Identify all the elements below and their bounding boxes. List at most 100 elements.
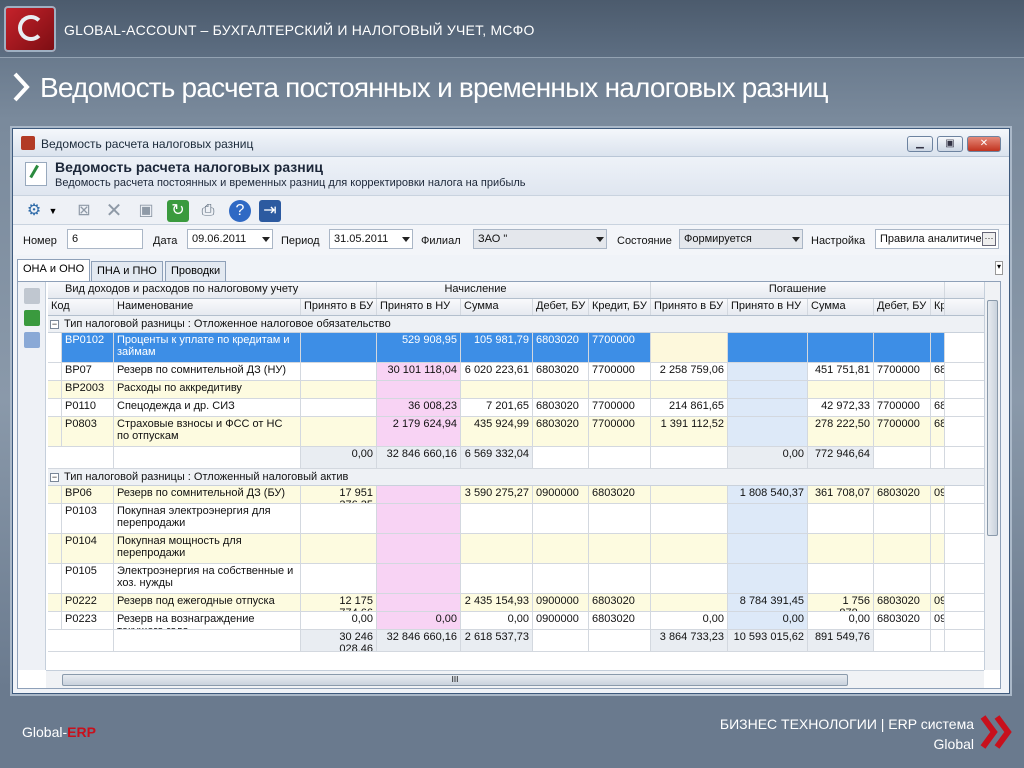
grid-cell[interactable] xyxy=(377,534,461,563)
grid-cell[interactable]: 32 846 660,16 xyxy=(377,630,461,651)
grid-cell[interactable] xyxy=(533,564,589,593)
horizontal-scroll-thumb[interactable]: III xyxy=(62,674,848,686)
grid-cell[interactable] xyxy=(301,534,377,563)
grid-cell[interactable]: Р0222 xyxy=(62,594,114,611)
grid-cell[interactable]: 1 391 112,52 xyxy=(651,417,728,446)
grid-cell[interactable] xyxy=(461,564,533,593)
grid-cell[interactable]: 0,00 xyxy=(728,447,808,468)
grid-cell[interactable]: 30 101 118,04 xyxy=(377,363,461,380)
grid-cell[interactable]: 0900000 xyxy=(931,594,945,611)
grid-cell[interactable] xyxy=(301,363,377,380)
cancel-icon[interactable]: ✕ xyxy=(103,200,125,222)
grid-cell[interactable]: 7700000 xyxy=(589,399,651,416)
save-icon[interactable]: ▣ xyxy=(135,200,157,222)
vertical-scroll-thumb[interactable] xyxy=(987,300,998,536)
close-button[interactable]: ✕ xyxy=(967,136,1001,152)
column-header[interactable]: Наименование xyxy=(114,299,301,315)
grid-cell[interactable]: 7700000 xyxy=(589,363,651,380)
grid-cell[interactable] xyxy=(48,381,62,398)
collapse-group-button[interactable]: − xyxy=(50,473,59,482)
column-header[interactable]: Принято в НУ xyxy=(377,299,461,315)
grid-cell[interactable] xyxy=(48,564,62,593)
grid-cell[interactable] xyxy=(728,534,808,563)
grid-cell[interactable] xyxy=(114,447,301,468)
grid-cell[interactable]: 6803020 xyxy=(874,612,931,629)
grid-cell[interactable]: 435 924,99 xyxy=(461,417,533,446)
grid-cell[interactable]: 42 972,33 xyxy=(808,399,874,416)
grid-cell[interactable]: 0,00 xyxy=(651,612,728,629)
column-header[interactable]: Принято в НУ xyxy=(728,299,808,315)
maximize-button[interactable]: ▣ xyxy=(937,136,963,152)
refresh-icon[interactable]: ↻ xyxy=(167,200,189,222)
grid-cell[interactable]: Р0803 xyxy=(62,417,114,446)
grid-cell[interactable]: 451 751,81 xyxy=(808,363,874,380)
grid-cell[interactable]: 30 246 028,46 xyxy=(301,630,377,651)
grid-cell[interactable]: 2 435 154,93 xyxy=(461,594,533,611)
grid-cell[interactable]: 7700000 xyxy=(874,417,931,446)
grid-cell[interactable] xyxy=(533,534,589,563)
grid-cell[interactable] xyxy=(874,504,931,533)
grid-cell[interactable] xyxy=(48,486,62,503)
grid-cell[interactable] xyxy=(377,381,461,398)
grid-cell[interactable] xyxy=(377,564,461,593)
grid-cell[interactable] xyxy=(874,381,931,398)
vertical-scrollbar[interactable] xyxy=(984,282,1000,670)
grid-cell[interactable]: 0,00 xyxy=(377,612,461,629)
grid-cell[interactable]: Проценты к уплате по кредитам и займам xyxy=(114,333,301,362)
grid-cell[interactable] xyxy=(874,564,931,593)
grid-cell[interactable]: 0900000 xyxy=(533,612,589,629)
grid-cell[interactable]: 6803020 xyxy=(533,399,589,416)
grid-cell[interactable]: Резерв на вознаграждение текущего года xyxy=(114,612,301,629)
grid-cell[interactable] xyxy=(931,333,945,362)
grid-cell[interactable] xyxy=(874,447,931,468)
branch-select[interactable]: ЗАО " xyxy=(473,229,607,249)
grid-cell[interactable]: 12 175 774,66 xyxy=(301,594,377,611)
grid-cell[interactable]: 7700000 xyxy=(874,363,931,380)
grid-cell[interactable]: Страховые взносы и ФСС от НС по отпускам xyxy=(114,417,301,446)
grid-cell[interactable]: Электроэнергия на собственные и хоз. нуж… xyxy=(114,564,301,593)
grid-cell[interactable]: 278 222,50 xyxy=(808,417,874,446)
grid-cell[interactable] xyxy=(651,504,728,533)
grid-cell[interactable] xyxy=(808,564,874,593)
grid-cell[interactable] xyxy=(48,612,62,629)
grid-cell[interactable] xyxy=(301,504,377,533)
grid-cell[interactable]: Покупная электроэнергия для перепродажи xyxy=(114,504,301,533)
grid-cell[interactable]: 6 569 332,04 xyxy=(461,447,533,468)
edit-list-icon[interactable] xyxy=(24,332,40,348)
print-icon[interactable]: ⎙ xyxy=(197,200,219,222)
grid-cell[interactable]: 0,00 xyxy=(808,612,874,629)
grid-cell[interactable]: 6803020 xyxy=(874,486,931,503)
grid-cell[interactable] xyxy=(533,504,589,533)
grid-cell[interactable] xyxy=(589,381,651,398)
grid-cell[interactable] xyxy=(301,564,377,593)
horizontal-scrollbar[interactable]: III xyxy=(46,670,984,688)
grid-cell[interactable] xyxy=(728,381,808,398)
settings-field[interactable]: Правила аналитичес ··· xyxy=(875,229,999,249)
grid-cell[interactable] xyxy=(808,534,874,563)
grid-cell[interactable]: 36 008,23 xyxy=(377,399,461,416)
grid-cell[interactable] xyxy=(48,417,62,446)
grid-cell[interactable]: 772 946,64 xyxy=(808,447,874,468)
help-icon[interactable]: ? xyxy=(229,200,251,222)
grid-cell[interactable]: 2 179 624,94 xyxy=(377,417,461,446)
grid-cell[interactable]: Р0104 xyxy=(62,534,114,563)
column-header[interactable]: Код xyxy=(48,299,114,315)
grid-cell[interactable]: 3 864 733,23 xyxy=(651,630,728,651)
grid-cell[interactable]: 6803020 xyxy=(931,399,945,416)
grid-cell[interactable] xyxy=(62,630,114,651)
grid-cell[interactable]: 7 201,65 xyxy=(461,399,533,416)
number-field[interactable]: 6 xyxy=(67,229,143,249)
column-header[interactable]: Сумма xyxy=(461,299,533,315)
grid-cell[interactable]: 8 784 391,45 xyxy=(728,594,808,611)
grid-cell[interactable] xyxy=(728,399,808,416)
grid-cell[interactable] xyxy=(589,504,651,533)
grid-cell[interactable]: 6803020 xyxy=(589,486,651,503)
grid-cell[interactable] xyxy=(728,504,808,533)
grid-cell[interactable] xyxy=(589,564,651,593)
period-picker[interactable]: 31.05.2011 xyxy=(329,229,413,249)
grid-cell[interactable]: 6803020 xyxy=(533,363,589,380)
grid-cell[interactable]: Резерв по сомнительной ДЗ (НУ) xyxy=(114,363,301,380)
grid-cell[interactable]: Р0223 xyxy=(62,612,114,629)
grid-cell[interactable] xyxy=(651,564,728,593)
grid-cell[interactable] xyxy=(651,381,728,398)
